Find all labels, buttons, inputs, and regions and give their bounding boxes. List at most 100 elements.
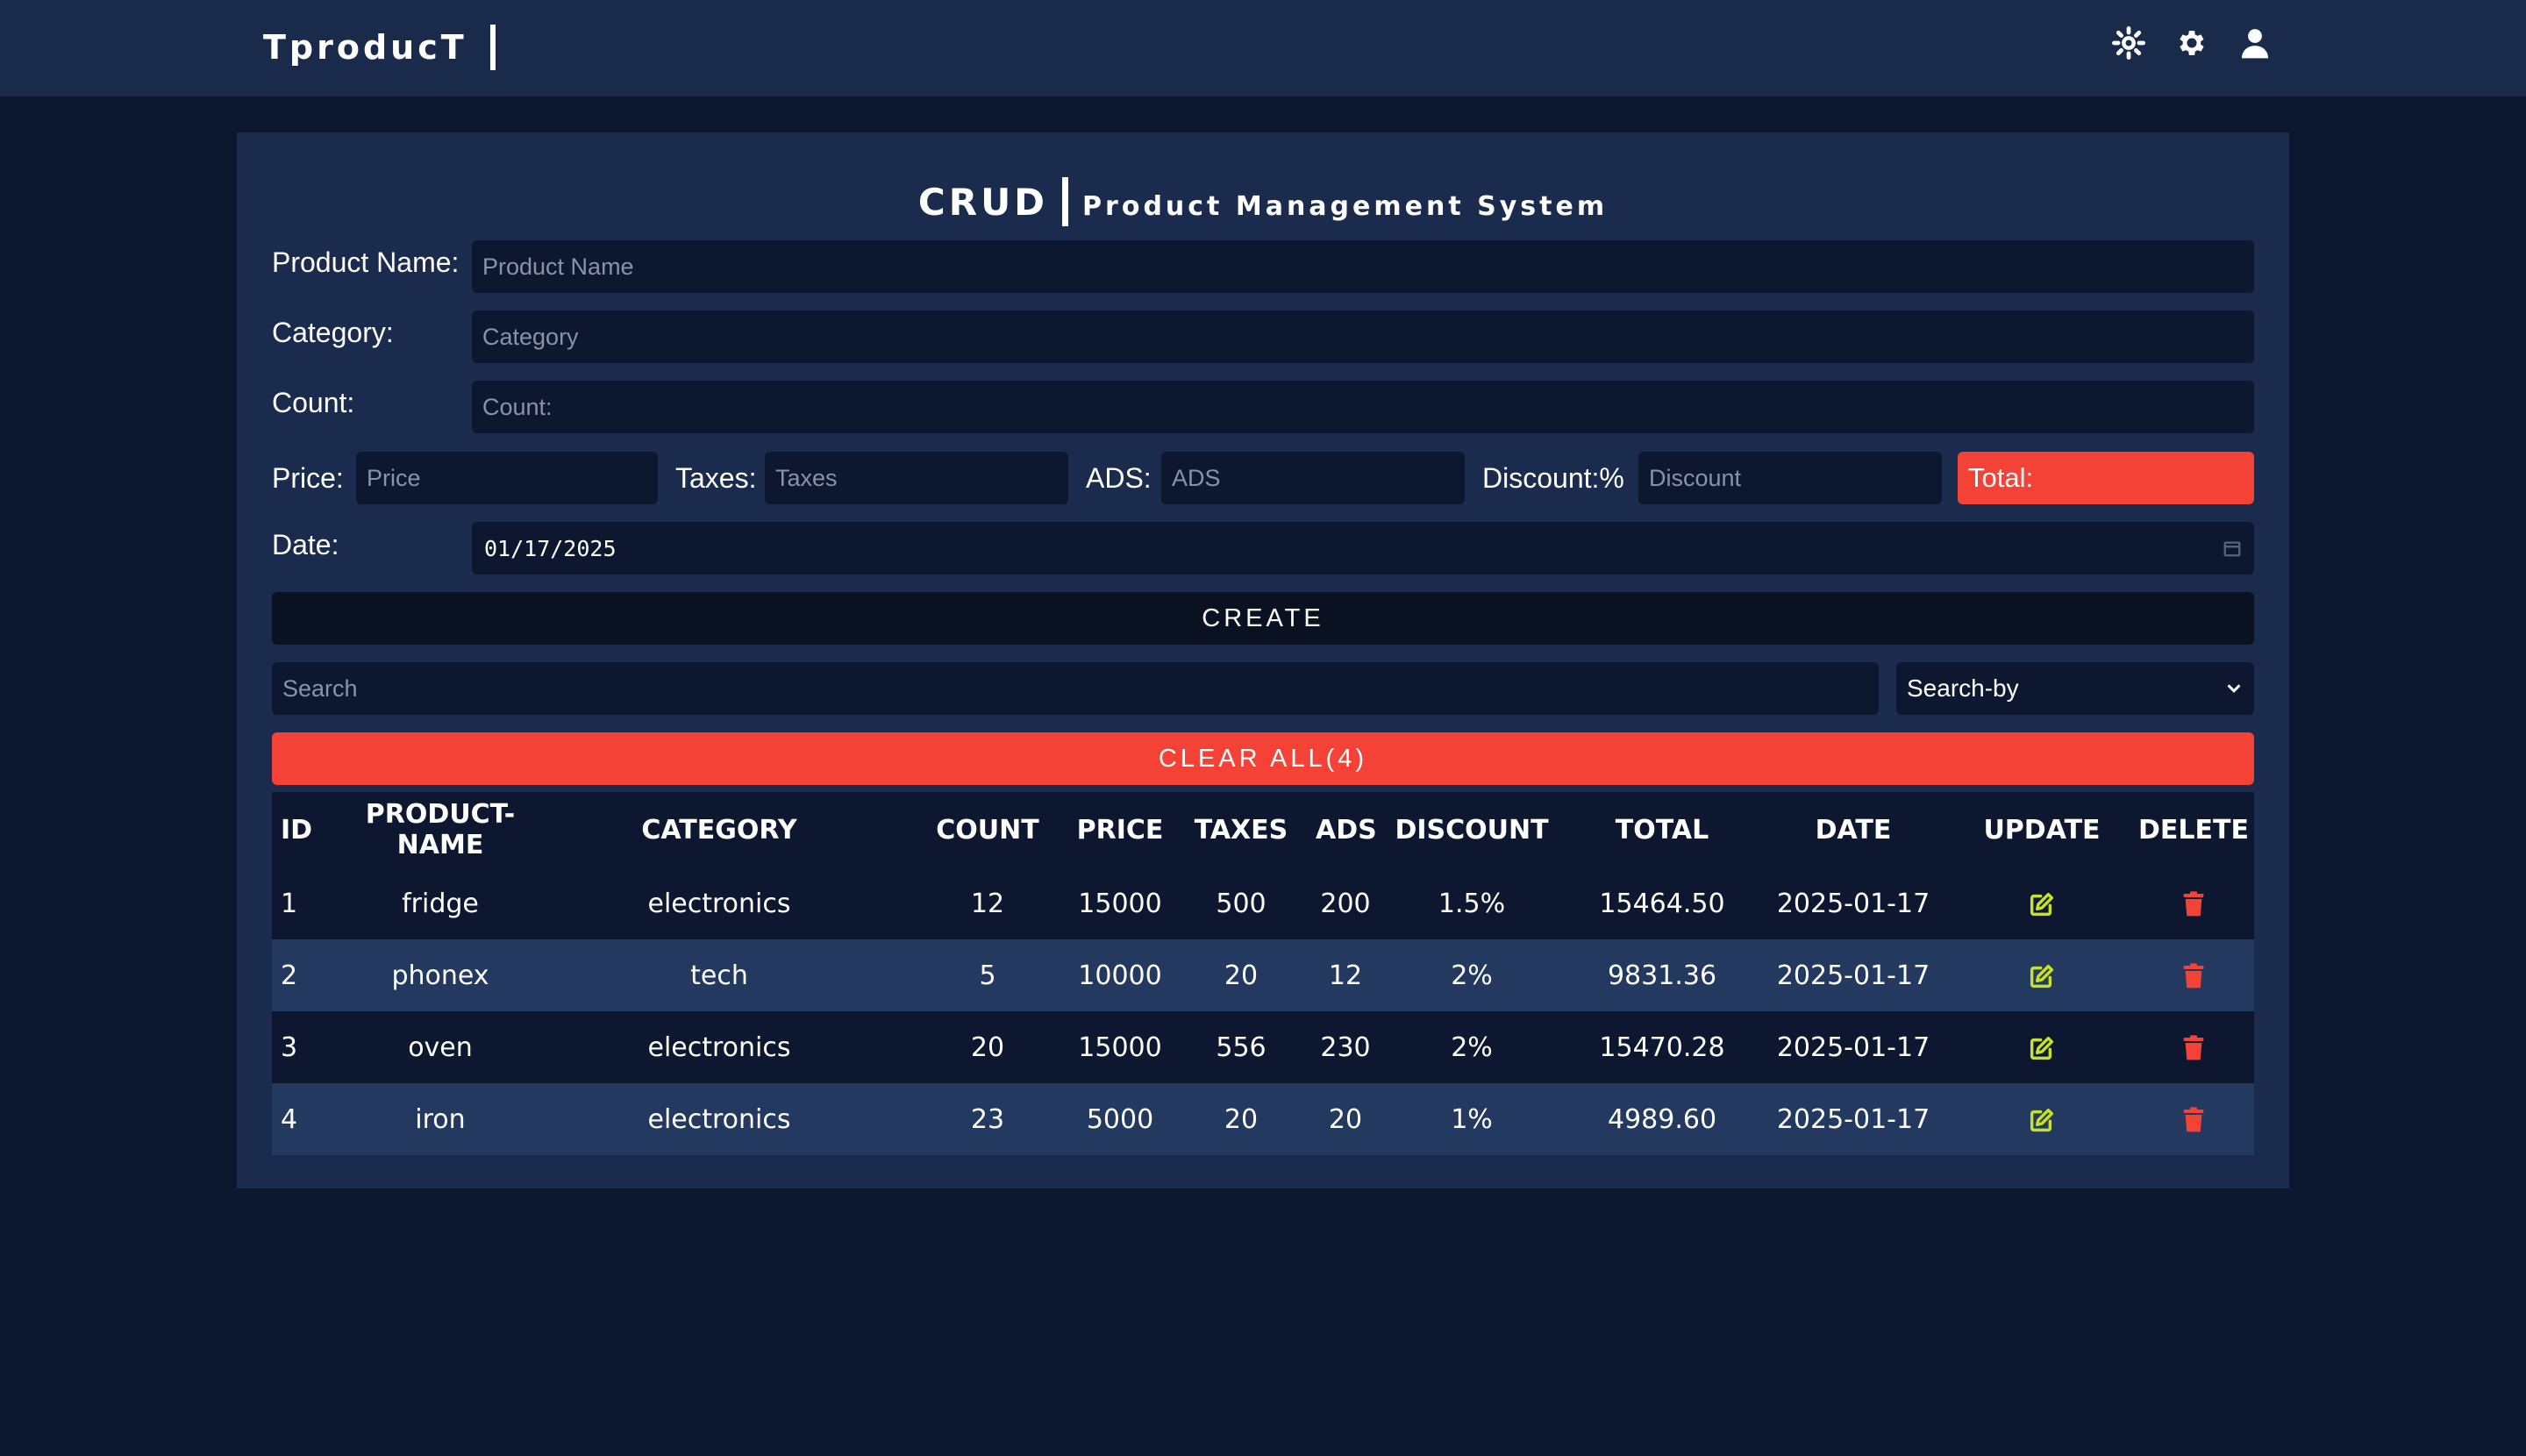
edit-icon[interactable] [2028, 1106, 2056, 1134]
table-header-row: ID PRODUCT-NAME CATEGORY COUNT PRICE TAX… [272, 792, 2254, 867]
user-icon[interactable] [2238, 26, 2272, 60]
cell-date: 2025-01-17 [1756, 939, 1951, 1011]
cell-update [1951, 867, 2133, 939]
table-row: 2 phonex tech 5 10000 20 12 2% 9831.36 2… [272, 939, 2254, 1011]
total-label: Total: [1968, 462, 2034, 493]
nav-icons [2112, 26, 2272, 60]
clear-all-button[interactable]: CLEAR ALL(4) [272, 732, 2254, 785]
cell-date: 2025-01-17 [1756, 867, 1951, 939]
cell-product-name: phonex [344, 939, 537, 1011]
discount-label: Discount:% [1482, 462, 1624, 494]
cell-total: 15470.28 [1568, 1011, 1756, 1083]
table-row: 4 iron electronics 23 5000 20 20 1% 4989… [272, 1083, 2254, 1155]
cell-update [1951, 1011, 2133, 1083]
category-label: Category: [272, 317, 394, 348]
cell-delete [2133, 1011, 2254, 1083]
cell-price: 5000 [1074, 1083, 1167, 1155]
date-input[interactable]: 01/17/2025 [472, 522, 2254, 575]
cell-ads: 20 [1316, 1083, 1375, 1155]
taxes-label: Taxes: [675, 462, 757, 494]
products-table: ID PRODUCT-NAME CATEGORY COUNT PRICE TAX… [272, 792, 2254, 1155]
cell-product-name: fridge [344, 867, 537, 939]
edit-icon[interactable] [2028, 1034, 2056, 1062]
date-label: Date: [272, 529, 339, 560]
price-input[interactable] [356, 452, 658, 504]
brand-name: TproducT [263, 28, 467, 67]
cell-discount: 2% [1375, 1011, 1568, 1083]
cell-total: 9831.36 [1568, 939, 1756, 1011]
title-subtitle: Product Management System [1082, 190, 1609, 222]
cell-count: 12 [902, 867, 1074, 939]
search-input[interactable] [272, 662, 1879, 715]
cell-price: 15000 [1074, 867, 1167, 939]
cell-category: electronics [537, 1083, 902, 1155]
ads-label: ADS: [1086, 462, 1152, 494]
cell-discount: 2% [1375, 939, 1568, 1011]
cell-product-name: oven [344, 1011, 537, 1083]
cell-price: 10000 [1074, 939, 1167, 1011]
brand-logo: TproducT [263, 23, 496, 72]
cell-price: 15000 [1074, 1011, 1167, 1083]
cell-total: 4989.60 [1568, 1083, 1756, 1155]
calendar-icon[interactable] [2223, 539, 2242, 558]
discount-input[interactable] [1638, 452, 1942, 504]
header-taxes: TAXES [1167, 792, 1316, 867]
cell-ads: 200 [1316, 867, 1375, 939]
cell-category: electronics [537, 1011, 902, 1083]
settings-icon[interactable] [2175, 26, 2208, 60]
cell-delete [2133, 867, 2254, 939]
cell-taxes: 20 [1167, 939, 1316, 1011]
cell-delete [2133, 1083, 2254, 1155]
trash-icon[interactable] [2180, 1034, 2208, 1062]
cell-id: 4 [272, 1083, 344, 1155]
cell-count: 23 [902, 1083, 1074, 1155]
cell-category: tech [537, 939, 902, 1011]
taxes-input[interactable] [765, 452, 1068, 504]
create-button[interactable]: CREATE [272, 592, 2254, 645]
table-row: 3 oven electronics 20 15000 556 230 2% 1… [272, 1011, 2254, 1083]
header-date: DATE [1756, 792, 1951, 867]
cell-category: electronics [537, 867, 902, 939]
cell-ads: 12 [1316, 939, 1375, 1011]
cell-date: 2025-01-17 [1756, 1083, 1951, 1155]
search-by-value: Search-by [1907, 674, 2019, 702]
date-value: 01/17/2025 [484, 535, 617, 561]
cell-id: 1 [272, 867, 344, 939]
cell-id: 2 [272, 939, 344, 1011]
brightness-icon[interactable] [2112, 26, 2145, 60]
header-delete: DELETE [2133, 792, 2254, 867]
header-total: TOTAL [1568, 792, 1756, 867]
header-id: ID [272, 792, 344, 867]
cell-ads: 230 [1316, 1011, 1375, 1083]
trash-icon[interactable] [2180, 1106, 2208, 1134]
count-input[interactable] [472, 381, 2254, 433]
top-navbar: TproducT [0, 0, 2526, 96]
count-label: Count: [272, 387, 355, 418]
header-ads: ADS [1316, 792, 1377, 867]
trash-icon[interactable] [2180, 962, 2208, 990]
cell-discount: 1% [1375, 1083, 1568, 1155]
cell-update [1951, 1083, 2133, 1155]
cell-delete [2133, 939, 2254, 1011]
price-label: Price: [272, 462, 344, 494]
chevron-down-icon [2227, 684, 2241, 693]
header-product-name: PRODUCT-NAME [344, 792, 537, 867]
product-name-label: Product Name: [272, 246, 460, 278]
edit-icon[interactable] [2028, 962, 2056, 990]
cell-discount: 1.5% [1375, 867, 1568, 939]
search-by-select[interactable]: Search-by [1896, 662, 2254, 715]
edit-icon[interactable] [2028, 890, 2056, 918]
header-count: COUNT [902, 792, 1074, 867]
product-name-input[interactable] [472, 240, 2254, 293]
ads-input[interactable] [1161, 452, 1465, 504]
table-row: 1 fridge electronics 12 15000 500 200 1.… [272, 867, 2254, 939]
cell-taxes: 20 [1167, 1083, 1316, 1155]
trash-icon[interactable] [2180, 890, 2208, 918]
cell-product-name: iron [344, 1083, 537, 1155]
category-input[interactable] [472, 310, 2254, 363]
cell-total: 15464.50 [1568, 867, 1756, 939]
title-divider [1062, 177, 1069, 226]
cell-update [1951, 939, 2133, 1011]
cell-date: 2025-01-17 [1756, 1011, 1951, 1083]
total-display: Total: [1958, 452, 2254, 504]
